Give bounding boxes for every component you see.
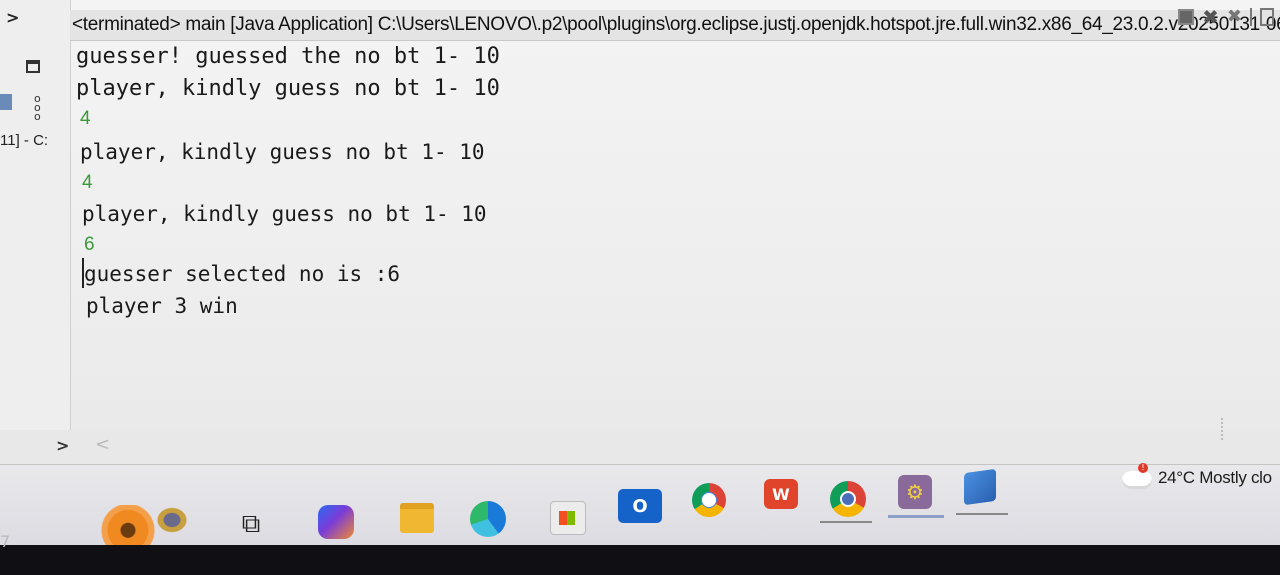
- console-line: player, kindly guess no bt 1- 10: [76, 76, 500, 101]
- console-line: player, kindly guess no bt 1- 10: [80, 140, 485, 164]
- view-icon[interactable]: [0, 94, 12, 110]
- console-line: player 3 win: [86, 294, 238, 318]
- console-line: guesser! guessed the no bt 1- 10: [76, 44, 500, 69]
- outlook-icon[interactable]: O: [618, 489, 662, 523]
- taskview-icon[interactable]: ⧉: [236, 509, 266, 539]
- ide-bottom-strip: > <: [0, 418, 1280, 464]
- console-toolbar: ✖ ✖: [1178, 7, 1274, 27]
- console-input-line: 4: [82, 172, 93, 193]
- console-input-line: 4: [80, 108, 91, 129]
- corner-mark: 7: [0, 532, 11, 551]
- console-line: player, kindly guess no bt 1- 10: [82, 202, 487, 226]
- weather-widget[interactable]: ! 24°C Mostly clo: [1120, 463, 1280, 495]
- chrome-center: [701, 492, 717, 508]
- console-line: guesser selected no is :6: [84, 262, 401, 286]
- ide-left-strip: > ooo 11] - C:: [0, 0, 71, 465]
- screen-bezel: [0, 545, 1280, 575]
- chevron-left-icon[interactable]: <: [95, 434, 110, 455]
- edge-browser-icon[interactable]: [470, 501, 506, 537]
- microsoft-store-icon[interactable]: [550, 501, 586, 535]
- console-input-line: 6: [84, 234, 95, 255]
- expand-chevron-icon[interactable]: >: [6, 8, 19, 27]
- new-console-icon[interactable]: [1260, 8, 1274, 26]
- console-output[interactable]: guesser! guessed the no bt 1- 10 player,…: [74, 40, 1274, 460]
- chrome-profile-icon[interactable]: [830, 481, 866, 517]
- outline-icon[interactable]: ooo: [34, 93, 41, 122]
- weather-alert-badge: !: [1138, 463, 1148, 473]
- store-logo: [559, 511, 575, 525]
- text-cursor: [82, 258, 84, 288]
- chevron-right-icon[interactable]: >: [56, 436, 69, 455]
- console-header: <terminated> main [Java Application] C:\…: [70, 7, 1280, 41]
- cloud-icon: [1122, 471, 1152, 489]
- strip-label: 11] - C:: [0, 132, 49, 149]
- console-title: <terminated> main [Java Application] C:\…: [72, 14, 1280, 35]
- app-icon[interactable]: [964, 468, 996, 506]
- minimize-view-icon[interactable]: [26, 60, 40, 73]
- weather-text: 24°C Mostly clo: [1158, 468, 1272, 487]
- widgets-bee-icon: [154, 505, 190, 535]
- file-explorer-icon[interactable]: [400, 503, 434, 533]
- active-indicator: [888, 515, 944, 518]
- screen: > ooo 11] - C: <terminated> main [Java A…: [0, 0, 1280, 575]
- active-indicator: [956, 513, 1008, 515]
- resize-handle[interactable]: [1221, 418, 1225, 440]
- wps-office-icon[interactable]: W: [764, 479, 798, 509]
- remove-launch-icon[interactable]: ✖: [1202, 7, 1219, 27]
- chrome-profile-center: [840, 491, 856, 507]
- terminate-icon[interactable]: [1178, 9, 1195, 25]
- remove-all-icon[interactable]: ✖: [1227, 8, 1242, 26]
- active-indicator: [820, 521, 872, 523]
- toolbar-divider: [1250, 8, 1252, 26]
- eclipse-ide-icon[interactable]: ⚙: [898, 475, 932, 509]
- google-chrome-icon[interactable]: [692, 483, 726, 517]
- copilot-icon[interactable]: [318, 505, 354, 539]
